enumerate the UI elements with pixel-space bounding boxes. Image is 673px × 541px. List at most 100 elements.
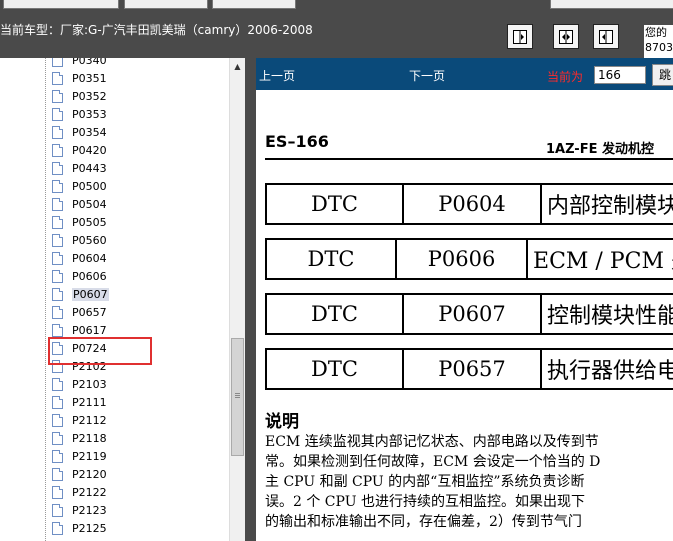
tree-item[interactable]: P2103 xyxy=(52,375,107,393)
tree-item[interactable]: P0606 xyxy=(52,267,107,285)
collapse-left-button[interactable] xyxy=(593,24,619,49)
top-button-1[interactable] xyxy=(3,0,119,9)
document-icon xyxy=(52,521,63,535)
tree-item[interactable]: P0443 xyxy=(52,159,107,177)
top-button-2[interactable] xyxy=(124,0,208,9)
tree-item-label: P2111 xyxy=(72,395,107,409)
document-icon xyxy=(52,323,63,337)
document-icon xyxy=(52,377,63,391)
tree-item[interactable]: P0420 xyxy=(52,141,107,159)
collapse-right-button[interactable] xyxy=(507,24,533,49)
page-nav-bar: 上一页 下一页 当前为 跳 xyxy=(256,58,673,90)
tree-item[interactable]: P0504 xyxy=(52,195,107,213)
tree-item[interactable]: P2119 xyxy=(52,447,107,465)
dtc-table-row: DTC P0607 控制模块性能 xyxy=(265,293,673,335)
tree-item[interactable]: P2123 xyxy=(52,501,107,519)
tree-scrollbar[interactable]: ▲ xyxy=(229,58,245,541)
vehicle-label: 当前车型：厂家:G-广汽丰田凯美瑞（camry）2006-2008 xyxy=(0,23,313,37)
description-line: 常。如果检测到任何故障，ECM 会设定一个恰当的 D xyxy=(265,454,601,470)
tree-item-label: P0354 xyxy=(72,125,107,139)
dtc-code: P0607 xyxy=(404,295,542,333)
tree-item-label: P0353 xyxy=(72,107,107,121)
document-icon xyxy=(52,485,63,499)
tree-item-label: P0604 xyxy=(72,251,107,265)
selection-highlight-box xyxy=(48,337,152,365)
tree-item[interactable]: P2122 xyxy=(52,483,107,501)
tree-item-label: P0606 xyxy=(72,269,107,283)
tree-item-label: P0340 xyxy=(72,58,107,67)
user-info-line2: 8703 xyxy=(645,41,673,54)
tree-item[interactable]: P0607 xyxy=(52,285,109,303)
tree-item-label: P0560 xyxy=(72,233,107,247)
tree-item[interactable]: P2118 xyxy=(52,429,107,447)
tree-item[interactable]: P0657 xyxy=(52,303,107,321)
panel-left-icon xyxy=(599,29,613,44)
document-icon xyxy=(52,431,63,445)
dtc-label: DTC xyxy=(267,240,398,278)
description-line: 的输出和标准输出不同，存在偏差，2）传到节气门 xyxy=(265,514,582,530)
tree-item-label: P2125 xyxy=(72,521,107,535)
document-icon xyxy=(52,107,63,121)
split-panel-button[interactable] xyxy=(553,24,579,49)
tree-item-label: P0352 xyxy=(72,89,107,103)
tree-item[interactable]: P0353 xyxy=(52,105,107,123)
page-code: ES–166 xyxy=(265,132,329,151)
document-icon xyxy=(52,215,63,229)
tree-item-label: P0657 xyxy=(72,305,107,319)
tree-item-label: P0617 xyxy=(72,323,107,337)
document-icon xyxy=(52,269,63,283)
document-icon xyxy=(52,467,63,481)
document-icon xyxy=(52,143,63,157)
current-page-label: 当前为 xyxy=(547,70,584,84)
scroll-up-arrow-icon[interactable]: ▲ xyxy=(230,58,245,74)
top-button-4[interactable] xyxy=(550,0,673,9)
tree-item-label: P2118 xyxy=(72,431,107,445)
next-page-link[interactable]: 下一页 xyxy=(409,67,445,84)
tree-item-label: P0505 xyxy=(72,215,107,229)
tree-item[interactable]: P0354 xyxy=(52,123,107,141)
dtc-description: 执行器供给电 xyxy=(547,359,673,384)
tree-item-label: P2119 xyxy=(72,449,107,463)
panel-divider[interactable] xyxy=(245,58,256,541)
tree-item[interactable]: P0352 xyxy=(52,87,107,105)
tree-item[interactable]: P0560 xyxy=(52,231,107,249)
jump-button[interactable]: 跳 xyxy=(652,64,673,86)
tree-item[interactable]: P2112 xyxy=(52,411,107,429)
manual-content-panel: 上一页 下一页 当前为 跳 ES–166 1AZ-FE 发动机控 DTCP060… xyxy=(256,58,673,541)
scroll-thumb[interactable] xyxy=(231,338,244,456)
document-icon xyxy=(52,89,63,103)
user-info-line1: 您的 xyxy=(645,26,667,39)
dtc-code: P0604 xyxy=(404,185,542,223)
engine-section-header: 1AZ-FE 发动机控 xyxy=(546,142,654,157)
description-line: ECM 连续监视其内部记忆状态、内部电路以及传到节 xyxy=(265,434,599,450)
top-toolbar: 当前车型：厂家:G-广汽丰田凯美瑞（camry）2006-2008 您的 870… xyxy=(0,0,673,58)
document-icon xyxy=(52,71,63,85)
document-icon xyxy=(52,413,63,427)
document-icon xyxy=(52,58,63,67)
panel-split-icon xyxy=(559,29,573,44)
tree-item-label: P2120 xyxy=(72,467,107,481)
tree-item-label: P2123 xyxy=(72,503,107,517)
prev-page-link[interactable]: 上一页 xyxy=(259,67,295,84)
tree-item-label: P0420 xyxy=(72,143,107,157)
page-number-input[interactable] xyxy=(594,66,646,84)
dtc-table-row: DTC P0604 内部控制模块 xyxy=(265,183,673,225)
panel-right-icon xyxy=(513,29,527,44)
tree-item[interactable]: P2125 xyxy=(52,519,107,537)
document-icon xyxy=(52,161,63,175)
tree-item[interactable]: P0604 xyxy=(52,249,107,267)
tree-item[interactable]: P0505 xyxy=(52,213,107,231)
tree-item-label: P0351 xyxy=(72,71,107,85)
tree-item-label: P0443 xyxy=(72,161,107,175)
tree-item-label: P0500 xyxy=(72,179,107,193)
top-button-3[interactable] xyxy=(212,0,296,9)
tree-item[interactable]: P2111 xyxy=(52,393,107,411)
description-line: 主 CPU 和副 CPU 的内部“互相监控”系统负责诊断 xyxy=(265,474,585,490)
user-info: 您的 8703 xyxy=(644,25,673,58)
dtc-description: 内部控制模块 xyxy=(547,194,673,219)
tree-item[interactable]: P0351 xyxy=(52,69,107,87)
tree-item[interactable]: P0500 xyxy=(52,177,107,195)
tree-item[interactable]: P0340 xyxy=(52,58,107,69)
tree-item[interactable]: P2120 xyxy=(52,465,107,483)
tree-item-label: P0607 xyxy=(72,287,109,301)
